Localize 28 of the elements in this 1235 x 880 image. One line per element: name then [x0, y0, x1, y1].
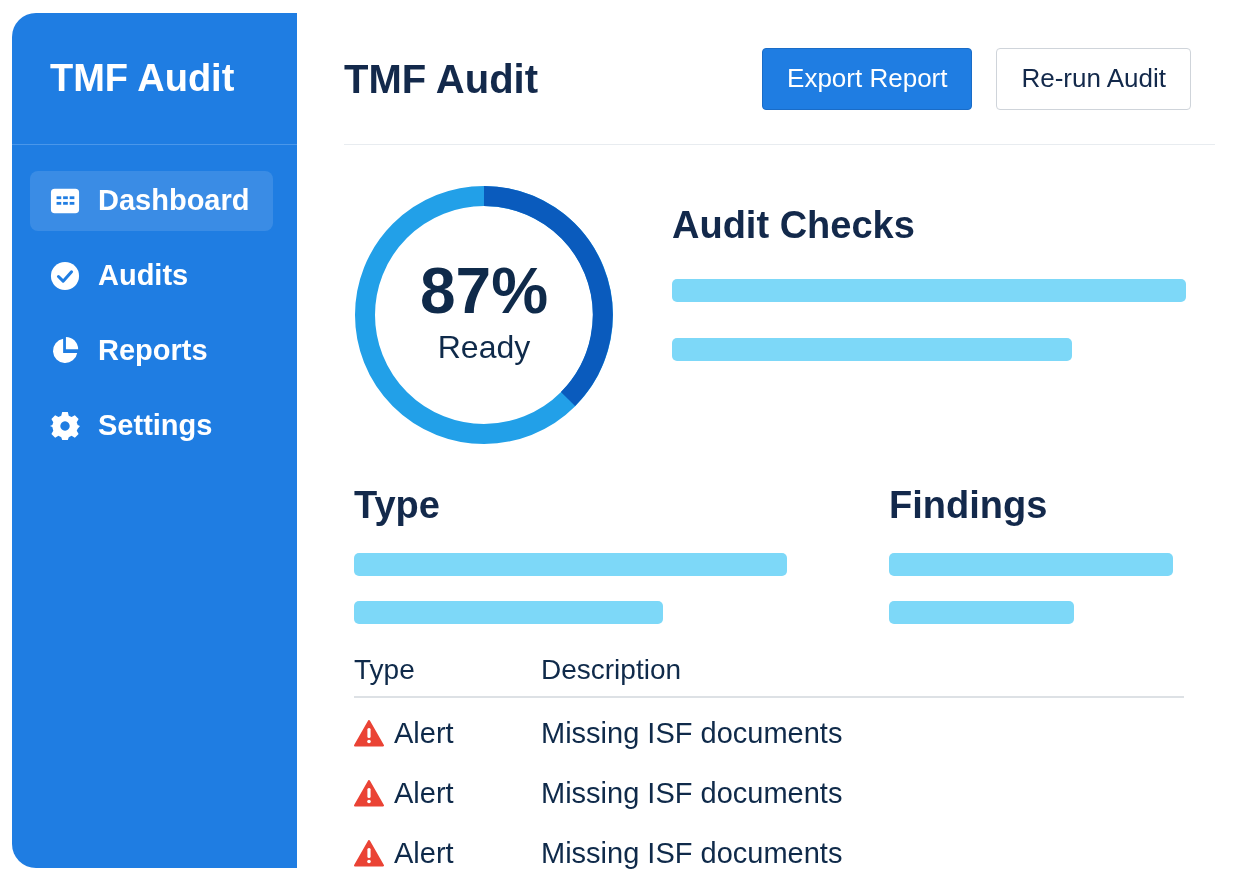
warning-icon: [354, 840, 384, 868]
section-title: Findings: [889, 483, 1049, 528]
page-title: TMF Audit: [344, 55, 539, 103]
settings-icon: [50, 411, 80, 441]
column-header: Type: [354, 652, 415, 687]
sidebar-item[interactable]: Dashboard: [30, 171, 273, 231]
table-cell-text: Missing ISF documents: [541, 835, 843, 871]
column-header: Description: [541, 653, 682, 685]
grid-icon: [50, 186, 80, 216]
sidebar-item[interactable]: Settings: [30, 396, 273, 456]
export-button[interactable]: Export Report: [762, 47, 973, 110]
table-cell-text: Alert: [394, 715, 454, 751]
check-circle-icon: [50, 261, 80, 291]
sidebar-item[interactable]: Audits: [30, 246, 273, 306]
app-title: TMF Audit: [50, 55, 235, 101]
table-cell-text: Alert: [394, 835, 454, 871]
section-title: Type: [354, 483, 441, 528]
warning-icon: [354, 720, 384, 748]
readiness-caption: Ready: [437, 328, 531, 367]
readiness-percent: 87%: [419, 259, 549, 323]
table-cell-text: Missing ISF documents: [541, 715, 843, 751]
rerun-button[interactable]: Re-run Audit: [996, 47, 1191, 110]
table-cell-text: Alert: [394, 775, 454, 811]
sidebar-item[interactable]: Reports: [30, 321, 273, 381]
pie-chart-icon: [50, 336, 80, 366]
table-cell-text: Missing ISF documents: [541, 775, 843, 811]
section-title: Audit Checks: [672, 203, 916, 248]
warning-icon: [354, 780, 384, 808]
